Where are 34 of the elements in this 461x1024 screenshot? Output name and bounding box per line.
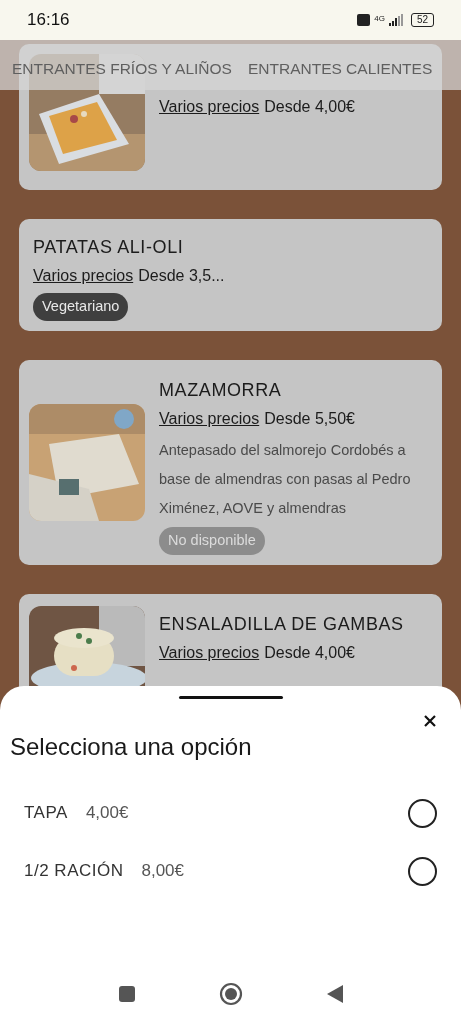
- price-text: Desde 5,50€: [264, 408, 355, 429]
- recents-icon[interactable]: [118, 986, 135, 1002]
- price-text: Desde 4,00€: [264, 642, 355, 663]
- product-name: PATATAS ALI-OLI: [33, 236, 185, 259]
- battery-indicator: 52: [410, 13, 434, 27]
- price-text: Desde 4,00€: [264, 97, 355, 117]
- price-options-link[interactable]: Varios precios: [33, 263, 134, 289]
- home-icon[interactable]: [218, 982, 243, 1006]
- product-card[interactable]: PATATAS ALI-OLI Varios precios Desde 3,5... Vegetariano: [19, 219, 442, 331]
- price-options-link[interactable]: Varios precios: [159, 94, 260, 120]
- product-name: ENSALADILLA DE GAMBAS: [159, 612, 405, 636]
- option-price: 4,00€: [85, 802, 130, 825]
- option-row[interactable]: 1/2 RACIÓN 8,00€: [0, 842, 461, 900]
- category-tab[interactable]: ENTRANTES CALIENTES: [247, 49, 433, 81]
- drag-handle[interactable]: [179, 696, 283, 699]
- clock: 16:16: [27, 9, 70, 32]
- option-row[interactable]: TAPA 4,00€: [0, 784, 461, 842]
- option-price: 8,00€: [141, 860, 186, 883]
- close-icon: [423, 714, 437, 728]
- price-options-link[interactable]: Varios precios: [159, 405, 260, 432]
- option-label: 1/2 RACIÓN: [24, 860, 124, 883]
- product-description: Antepasado del salmorejo Cordobés a base de almendras con pasas al Pedro Ximénez, AOVE y almendras: [159, 440, 412, 518]
- network-type: 4G: [374, 15, 385, 23]
- product-name: MAZAMORRA: [159, 378, 283, 402]
- tag-badge: Vegetariano: [33, 293, 129, 321]
- radio-button[interactable]: [408, 856, 437, 886]
- back-icon[interactable]: [326, 985, 343, 1003]
- price-options-link[interactable]: Varios precios: [159, 639, 260, 666]
- signal-icon: [388, 14, 403, 26]
- option-label: TAPA: [24, 802, 68, 825]
- product-card[interactable]: MAZAMORRA Varios precios Desde 5,50€ Antepasado del salmorejo Cordobés a base de almendras con pasas al Pedro Ximénez, AOVE y almendras No disponible: [19, 359, 442, 565]
- radio-button[interactable]: [408, 798, 437, 828]
- tag-badge: No disponible: [159, 526, 265, 555]
- price-text: Desde 3,5...: [138, 266, 225, 286]
